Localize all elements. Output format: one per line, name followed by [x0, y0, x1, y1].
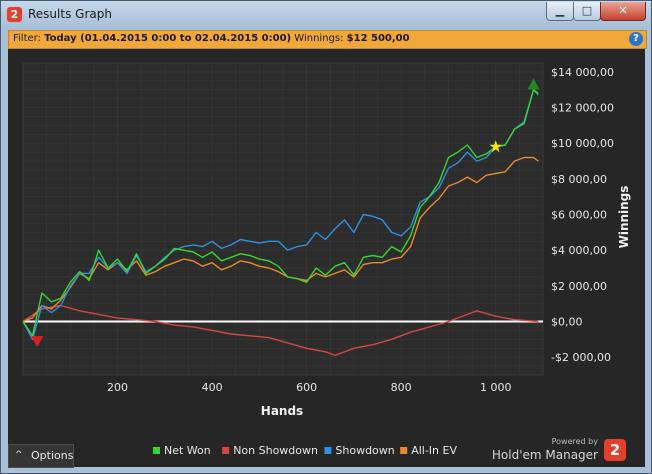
window-title: Results Graph [28, 7, 112, 21]
winnings-value: $12 500,00 [346, 33, 410, 44]
x-tick-label: 1 000 [480, 381, 512, 394]
legend-label: All-In EV [411, 444, 457, 457]
filter-label: Filter: [13, 33, 41, 44]
y-tick-label: $0,00 [551, 316, 583, 329]
legend-swatch [400, 447, 408, 454]
winnings-label: Winnings: [294, 33, 344, 44]
options-button[interactable]: ^ Options [8, 444, 74, 468]
y-tick-label: $12 000,00 [551, 102, 614, 115]
y-tick-label: $8 000,00 [551, 173, 607, 186]
x-tick-label: 200 [107, 381, 128, 394]
legend-label: Non Showdown [233, 444, 318, 457]
y-tick-label: $2 000,00 [551, 280, 607, 293]
maximize-button[interactable]: □ [573, 2, 601, 21]
hm2-logo-icon: 2 [604, 439, 626, 461]
caret-up-icon: ^ [15, 450, 23, 460]
x-tick-label: 800 [391, 381, 412, 394]
app-logo-icon: 2 [7, 7, 22, 22]
y-tick-label: -$2 000,00 [551, 351, 611, 364]
graph-panel: -$2 000,00 $0,00 $2 000,00 $4 000,00 $6 000,… [8, 49, 645, 468]
results-graph-window: 2 Results Graph ▁ □ ✕ Filter: Today (01.… [0, 0, 652, 474]
branding: Powered by Hold'em Manager 2 [488, 437, 638, 465]
x-tick-label: 400 [202, 381, 223, 394]
close-button[interactable]: ✕ [600, 2, 646, 21]
results-chart: -$2 000,00 $0,00 $2 000,00 $4 000,00 $6 000,… [8, 49, 645, 467]
title-bar[interactable]: 2 Results Graph ▁ □ ✕ [1, 1, 651, 28]
x-axis-label: Hands [261, 404, 303, 418]
help-icon[interactable]: ? [629, 32, 643, 46]
legend-swatch [222, 447, 230, 454]
filter-bar: Filter: Today (01.04.2015 0:00 to 02.04.… [8, 30, 647, 49]
options-label: Options [31, 449, 74, 462]
legend-label: Showdown [335, 444, 394, 457]
minimize-button[interactable]: ▁ [546, 2, 574, 21]
x-tick-label: 600 [296, 381, 317, 394]
product-name: Hold'em Manager [491, 448, 598, 462]
y-tick-label: $10 000,00 [551, 137, 614, 150]
y-tick-label: $6 000,00 [551, 209, 607, 222]
filter-range: Today (01.04.2015 0:00 to 02.04.2015 0:0… [44, 33, 292, 44]
y-tick-label: $14 000,00 [551, 66, 614, 79]
powered-by-text: Powered by [551, 437, 598, 446]
legend-swatch [153, 447, 160, 454]
legend-swatch [324, 447, 332, 454]
filter-text: Filter: Today (01.04.2015 0:00 to 02.04.… [13, 33, 410, 44]
y-axis-label: Winnings [617, 186, 631, 249]
y-tick-label: $4 000,00 [551, 244, 607, 257]
legend-label: Net Won [164, 444, 211, 457]
